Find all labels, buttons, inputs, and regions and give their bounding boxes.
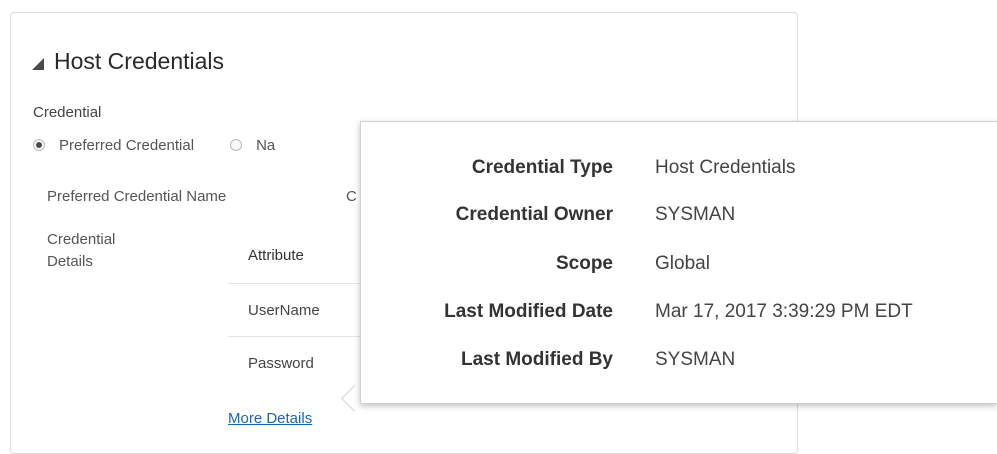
more-details-link[interactable]: More Details — [228, 410, 312, 427]
popup-value: Host Credentials — [655, 157, 796, 178]
preferred-credential-name-label: Preferred Credential Name — [47, 188, 227, 205]
radio-named-credential[interactable] — [230, 139, 243, 151]
preferred-credential-name-value: C — [346, 188, 357, 205]
popup-key: Credential Owner — [455, 204, 613, 225]
popup-value: SYSMAN — [655, 204, 736, 225]
popup-row-credential-type: Credential Type Host Credentials — [361, 150, 997, 186]
section-header[interactable]: Host Credentials — [32, 45, 224, 77]
collapse-triangle-icon[interactable] — [32, 58, 44, 70]
popup-value: Mar 17, 2017 3:39:29 PM EDT — [655, 301, 913, 322]
credential-label: Credential — [33, 104, 102, 121]
table-row: UserName — [228, 284, 368, 337]
popup-key: Last Modified By — [460, 349, 613, 370]
popup-key: Scope — [555, 253, 613, 274]
credential-radio-group: Preferred Credential Na — [33, 133, 275, 157]
popup-value: Global — [655, 253, 710, 274]
radio-preferred-credential[interactable] — [33, 139, 45, 151]
radio-preferred-credential-label[interactable]: Preferred Credential — [59, 137, 194, 154]
credential-info-popup: Credential Type Host Credentials Credent… — [360, 121, 997, 404]
table-row: Password — [248, 355, 314, 372]
popup-row-last-modified-date: Last Modified Date Mar 17, 2017 3:39:29 … — [361, 294, 997, 330]
popup-key: Last Modified Date — [444, 301, 613, 322]
popup-row-last-modified-by: Last Modified By SYSMAN — [361, 342, 997, 378]
attribute-column-header: Attribute — [228, 228, 368, 284]
popup-row-scope: Scope Global — [361, 246, 997, 282]
popup-key: Credential Type — [471, 157, 613, 178]
attribute-table: Attribute UserName Password — [228, 228, 368, 390]
popup-row-credential-owner: Credential Owner SYSMAN — [361, 197, 997, 233]
radio-named-credential-label[interactable]: Na — [256, 137, 275, 154]
section-title: Host Credentials — [54, 47, 225, 74]
popup-value: SYSMAN — [655, 349, 736, 370]
credential-details-label: Credential Details — [47, 231, 116, 270]
